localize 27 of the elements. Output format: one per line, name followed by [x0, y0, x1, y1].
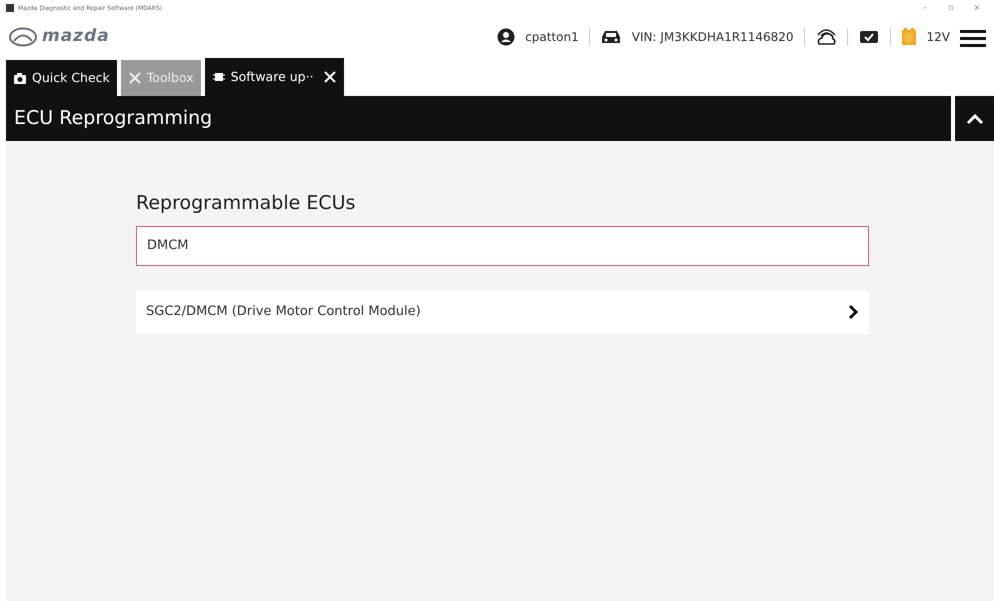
tab[interactable]: Quick Check [6, 60, 117, 96]
tab[interactable]: Software up·· [204, 58, 344, 96]
minimize-button[interactable]: – [914, 2, 936, 14]
section-header: ECU Reprogramming [6, 96, 951, 141]
battery-icon [900, 28, 917, 46]
collapse-button[interactable] [955, 96, 994, 141]
section-heading: Reprogrammable ECUs [136, 191, 356, 216]
ecu-list-item[interactable]: SGC2/DMCM (Drive Motor Control Module) [136, 290, 869, 334]
car-icon [600, 29, 622, 45]
app-icon [6, 4, 14, 12]
logo-icon [8, 27, 38, 47]
search-field[interactable]: DMCM [136, 226, 869, 266]
menu-icon [960, 28, 986, 47]
user-name: cpatton1 [525, 29, 579, 46]
logo-text: mazda [42, 25, 110, 48]
voltage-text: 12V [926, 29, 950, 46]
camera-icon [13, 71, 27, 85]
cloud-signal-icon [814, 27, 837, 47]
close-button[interactable]: × [966, 2, 988, 14]
maximize-button[interactable]: ▫ [940, 2, 962, 14]
user-icon [497, 28, 516, 46]
vin-text: VIN: JM3KKDHA1R1146820 [632, 29, 794, 46]
chevron-up-icon [966, 112, 984, 124]
chip-icon [212, 70, 226, 84]
close-icon[interactable] [322, 70, 337, 84]
chevron-right-icon [847, 304, 859, 320]
device-check-icon [858, 29, 880, 45]
